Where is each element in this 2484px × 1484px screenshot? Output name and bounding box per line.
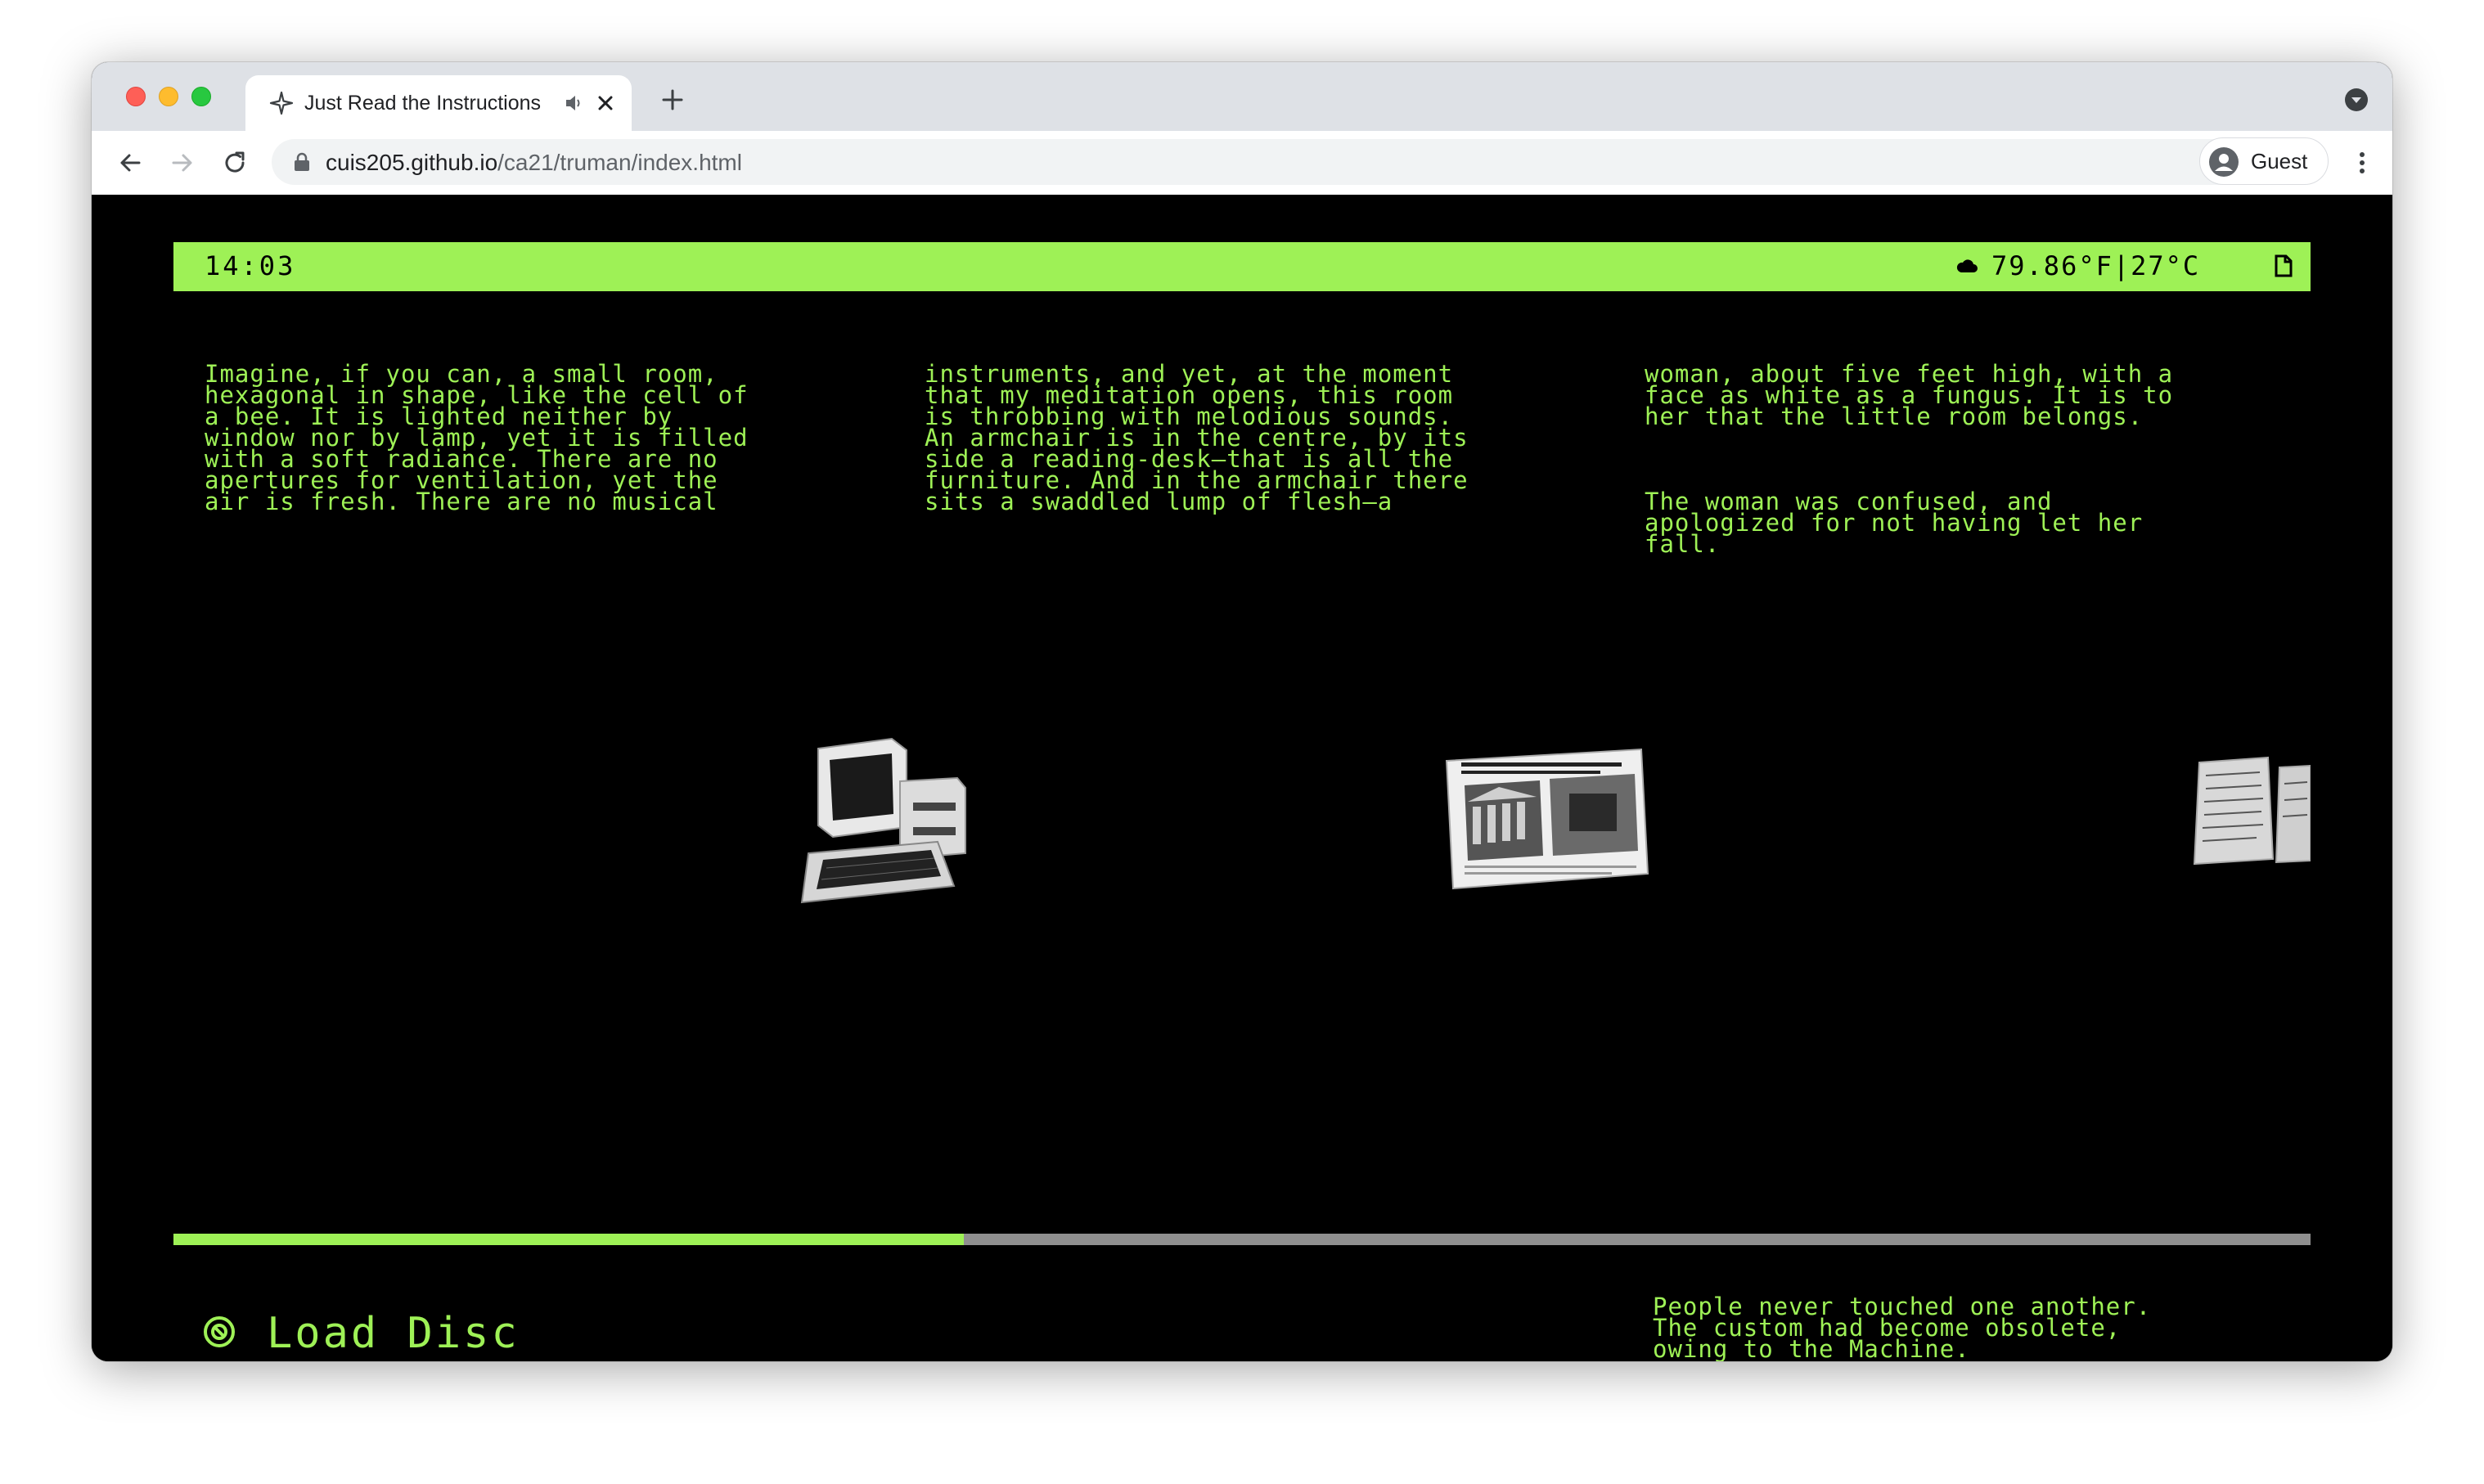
profile-button[interactable]: Guest bbox=[2199, 137, 2329, 185]
paragraph: woman, about five feet high, with a face… bbox=[1645, 360, 2174, 430]
browser-window: Just Read the Instructions cuis205.githu… bbox=[92, 62, 2392, 1361]
close-window-button[interactable] bbox=[126, 87, 146, 106]
text-column-3: woman, about five feet high, with a face… bbox=[1645, 321, 2299, 618]
letter-object[interactable] bbox=[2191, 756, 2311, 870]
clock: 14:03 bbox=[205, 250, 296, 281]
text-column-1: Imagine, if you can, a small room, hexag… bbox=[205, 321, 859, 576]
computer-object[interactable] bbox=[794, 731, 974, 911]
speaker-icon[interactable] bbox=[563, 92, 586, 115]
url-domain: cuis205.github.io bbox=[326, 150, 498, 175]
zoom-window-button[interactable] bbox=[191, 87, 211, 106]
lock-icon[interactable] bbox=[293, 152, 311, 172]
weather-readout: 79.86°F|27°C bbox=[1991, 250, 2201, 281]
tab-active[interactable]: Just Read the Instructions bbox=[245, 75, 632, 131]
status-bar: 14:03 79.86°F|27°C bbox=[173, 242, 2311, 291]
paragraph: instruments, and yet, at the moment that… bbox=[925, 360, 1469, 515]
tab-search-icon[interactable] bbox=[2343, 87, 2369, 113]
newspaper-object[interactable] bbox=[1442, 744, 1654, 892]
more-menu-icon[interactable] bbox=[2348, 149, 2376, 177]
progress-bar[interactable] bbox=[173, 1234, 2311, 1245]
reload-icon[interactable] bbox=[219, 147, 250, 178]
cloud-icon bbox=[1956, 259, 1978, 272]
text-column-2: instruments, and yet, at the moment that… bbox=[925, 321, 1579, 576]
avatar-icon bbox=[2209, 147, 2239, 177]
url-path: /ca21/truman/index.html bbox=[497, 150, 742, 175]
address-bar[interactable]: cuis205.github.io/ca21/truman/index.html bbox=[272, 139, 2243, 185]
url-text: cuis205.github.io/ca21/truman/index.html bbox=[326, 150, 742, 176]
new-tab-icon[interactable] bbox=[658, 85, 687, 115]
back-icon[interactable] bbox=[115, 147, 146, 178]
footer-quote: People never touched one another. The cu… bbox=[1653, 1293, 2152, 1361]
load-disc-label: Load Disc bbox=[267, 1309, 520, 1358]
web-page: 14:03 79.86°F|27°C Imagine, if you can, … bbox=[92, 195, 2392, 1361]
disc-icon bbox=[204, 1316, 235, 1347]
profile-label: Guest bbox=[2251, 149, 2308, 173]
tab-strip: Just Read the Instructions bbox=[92, 62, 2392, 131]
paragraph: Imagine, if you can, a small room, hexag… bbox=[205, 360, 749, 515]
paragraph: The woman was confused, and apologized f… bbox=[1645, 488, 2144, 558]
document-icon[interactable] bbox=[2274, 254, 2293, 278]
close-tab-icon[interactable] bbox=[592, 90, 619, 116]
sparkle-icon bbox=[269, 91, 294, 115]
tab-title: Just Read the Instructions bbox=[304, 92, 542, 115]
forward-icon[interactable] bbox=[167, 147, 198, 178]
browser-toolbar: cuis205.github.io/ca21/truman/index.html… bbox=[92, 131, 2392, 196]
minimize-window-button[interactable] bbox=[159, 87, 178, 106]
progress-fill bbox=[173, 1234, 965, 1245]
